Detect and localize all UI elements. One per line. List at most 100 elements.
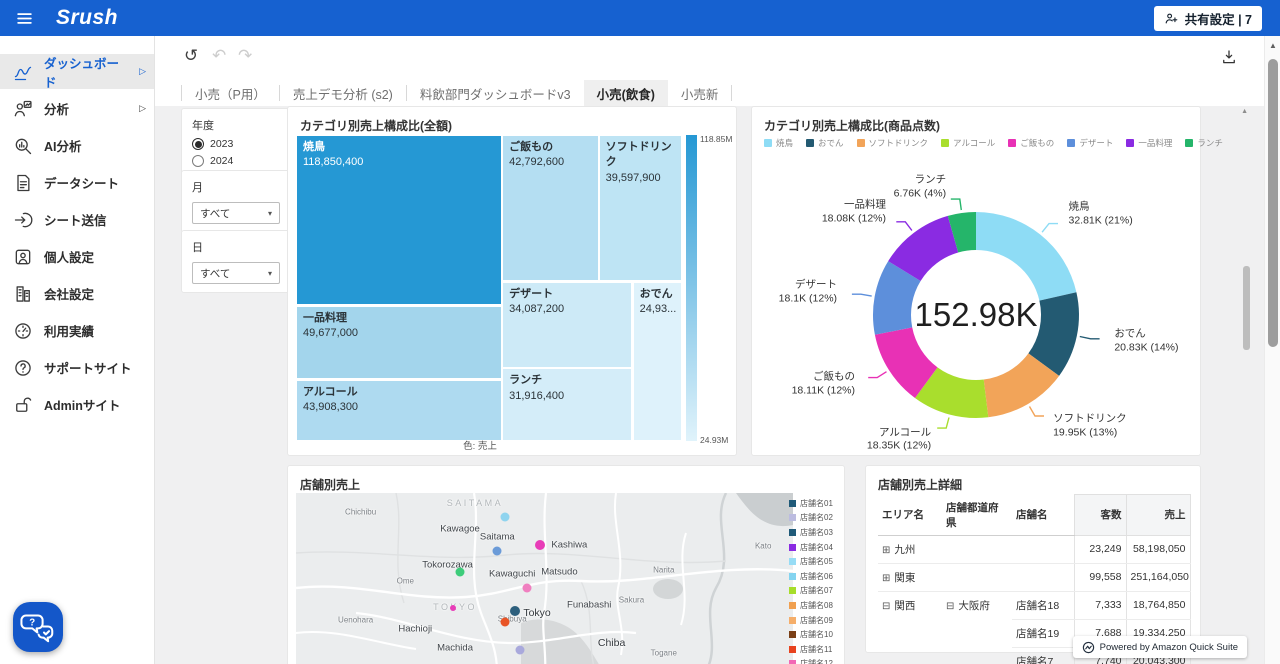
reset-icon[interactable]: ↺ (184, 48, 198, 65)
month-select[interactable]: すべて▾ (192, 202, 280, 224)
hamburger-menu-button[interactable] (0, 0, 48, 36)
map-legend-item-1[interactable]: 店舗名01 (789, 496, 839, 511)
collapse-toggle-icon[interactable]: ⊟ (882, 601, 890, 612)
sidebar-item-sheet-send[interactable]: シート送信 (0, 202, 154, 237)
treemap-cell-4[interactable]: デザート34,087,200 (502, 282, 632, 368)
legend-label: 店舗名03 (800, 527, 833, 538)
legend-label: 店舗名05 (800, 556, 833, 567)
tab-1[interactable]: 小売（P用） (182, 80, 279, 106)
donut-slice-1[interactable] (976, 212, 1076, 301)
donut-leader-line (1030, 407, 1045, 417)
treemap-cell-7[interactable]: アルコール43,908,300 (296, 380, 502, 441)
treemap-cell-name: 焼鳥 (303, 140, 495, 155)
legend-swatch (1008, 139, 1016, 147)
treemap-cell-3[interactable]: ソフトドリンク39,597,900 (599, 135, 682, 281)
tab-5[interactable]: 小売新 (668, 80, 732, 106)
treemap-cell-6[interactable]: 一品料理49,677,000 (296, 306, 502, 379)
map-point-4[interactable] (456, 568, 465, 577)
redo-icon[interactable]: ↷ (238, 48, 252, 65)
sidebar-item-analysis[interactable]: 分析▷ (0, 91, 154, 126)
table-row-1[interactable]: ⊞九州23,24958,198,050 (878, 535, 1190, 563)
sidebar-item-admin-site[interactable]: Adminサイト (0, 387, 154, 422)
inner-scroll-up-icon[interactable]: ▲ (1241, 108, 1248, 115)
sidebar-item-datasheet[interactable]: データシート (0, 165, 154, 200)
treemap-cell-value: 118,850,400 (303, 156, 363, 168)
column-header-5[interactable]: 売上 (1126, 495, 1190, 536)
treemap-cell-2[interactable]: ご飯もの42,792,600 (502, 135, 599, 281)
map-point-1[interactable] (500, 513, 509, 522)
sidebar-item-dashboard[interactable]: ダッシュボード▷ (0, 54, 154, 89)
column-header-4[interactable]: 客数 (1074, 495, 1126, 536)
treemap-cell-5[interactable]: おでん24,93... (633, 282, 682, 441)
column-header-1[interactable]: エリア名 (878, 495, 942, 536)
map-legend-item-4[interactable]: 店舗名04 (789, 540, 839, 555)
sidebar-item-personal-settings[interactable]: 個人設定 (0, 239, 154, 274)
donut-label-name: 一品料理 (822, 199, 886, 213)
scroll-up-icon[interactable]: ▲ (1265, 41, 1280, 50)
year-radio-2023[interactable]: 2023 (192, 138, 280, 150)
map-legend-item-5[interactable]: 店舗名05 (789, 554, 839, 569)
download-button[interactable] (1220, 48, 1238, 66)
table-row-2[interactable]: ⊞関東99,558251,164,050 (878, 563, 1190, 591)
map-point-3[interactable] (535, 540, 545, 550)
map-point-9[interactable] (515, 646, 524, 655)
map-legend-item-11[interactable]: 店舗名11 (789, 642, 839, 657)
donut-legend-item-6[interactable]: デザート (1067, 137, 1113, 149)
treemap-cell-name: おでん (640, 287, 675, 302)
donut-legend-item-5[interactable]: ご飯もの (1008, 137, 1054, 149)
tab-4[interactable]: 小売(飲食) (584, 80, 668, 106)
map-legend-item-8[interactable]: 店舗名08 (789, 598, 839, 613)
map-legend-item-7[interactable]: 店舗名07 (789, 584, 839, 599)
tab-3[interactable]: 料飲部門ダッシュボードv3 (407, 80, 584, 106)
treemap-cell-8[interactable]: ランチ31,916,400 (502, 368, 632, 441)
page-scrollbar[interactable]: ▲ (1264, 36, 1280, 664)
inner-scrollbar-thumb[interactable] (1243, 266, 1250, 350)
map-point-6[interactable] (450, 605, 456, 611)
table-cell-text: 店舗名18 (1016, 600, 1059, 612)
donut-legend-item-1[interactable]: 焼鳥 (764, 137, 793, 149)
donut-legend-item-2[interactable]: おでん (806, 137, 844, 149)
chevron-right-icon: ▷ (139, 66, 146, 77)
sidebar-item-support-site[interactable]: サポートサイト (0, 350, 154, 385)
donut-legend-item-4[interactable]: アルコール (941, 137, 995, 149)
table-header-row: エリア名店舗都道府県店舗名客数売上 (878, 495, 1190, 536)
treemap-cell-1[interactable]: 焼鳥118,850,400 (296, 135, 502, 305)
sidebar-item-company-settings[interactable]: 会社設定 (0, 276, 154, 311)
map-legend-item-3[interactable]: 店舗名03 (789, 525, 839, 540)
map-legend-item-9[interactable]: 店舗名09 (789, 613, 839, 628)
column-header-2[interactable]: 店舗都道府県 (942, 495, 1012, 536)
expand-toggle-icon[interactable]: ⊞ (882, 545, 890, 556)
map-legend-item-2[interactable]: 店舗名02 (789, 511, 839, 526)
sales-cell: 18,764,850 (1126, 591, 1190, 619)
treemap-cell-name: ソフトドリンク (606, 140, 675, 171)
collapse-toggle-icon[interactable]: ⊟ (946, 601, 954, 612)
map-point-2[interactable] (493, 547, 502, 556)
powered-by-badge: Powered by Amazon Quick Suite (1073, 636, 1247, 658)
tab-2[interactable]: 売上デモ分析 (s2) (280, 80, 406, 106)
share-settings-button[interactable]: 共有設定 | 7 (1154, 6, 1262, 31)
donut-legend-item-3[interactable]: ソフトドリンク (857, 137, 929, 149)
map-legend-item-10[interactable]: 店舗名10 (789, 627, 839, 642)
map-point-8[interactable] (500, 618, 509, 627)
column-header-3[interactable]: 店舗名 (1012, 495, 1074, 536)
map-point-7[interactable] (510, 606, 520, 616)
page-scrollbar-thumb[interactable] (1268, 59, 1278, 347)
donut-legend-item-8[interactable]: ランチ (1185, 137, 1223, 149)
map-basemap (296, 493, 793, 664)
map-legend-item-12[interactable]: 店舗名12 (789, 657, 839, 664)
expand-toggle-icon[interactable]: ⊞ (882, 573, 890, 584)
chevron-down-icon: ▾ (268, 269, 272, 278)
month-filter-label: 月 (192, 179, 280, 195)
map-point-5[interactable] (523, 583, 532, 592)
year-radio-2024[interactable]: 2024 (192, 155, 280, 167)
sidebar-item-usage[interactable]: 利用実績 (0, 313, 154, 348)
support-chat-button[interactable]: ? (13, 602, 63, 652)
sidebar-item-ai-analysis[interactable]: AI分析 (0, 128, 154, 163)
undo-icon[interactable]: ↶ (212, 48, 226, 65)
map-viewport[interactable]: SAITAMAChichibuKawagoeSaitamaKashiwaKato… (296, 493, 793, 664)
table-row-3[interactable]: ⊟関西⊟大阪府店舗名187,33318,764,850 (878, 591, 1190, 619)
day-select[interactable]: すべて▾ (192, 262, 280, 284)
donut-legend-item-7[interactable]: 一品料理 (1126, 137, 1172, 149)
map-legend-item-6[interactable]: 店舗名06 (789, 569, 839, 584)
year-filter-card: 年度 2023 2024 (181, 108, 291, 176)
